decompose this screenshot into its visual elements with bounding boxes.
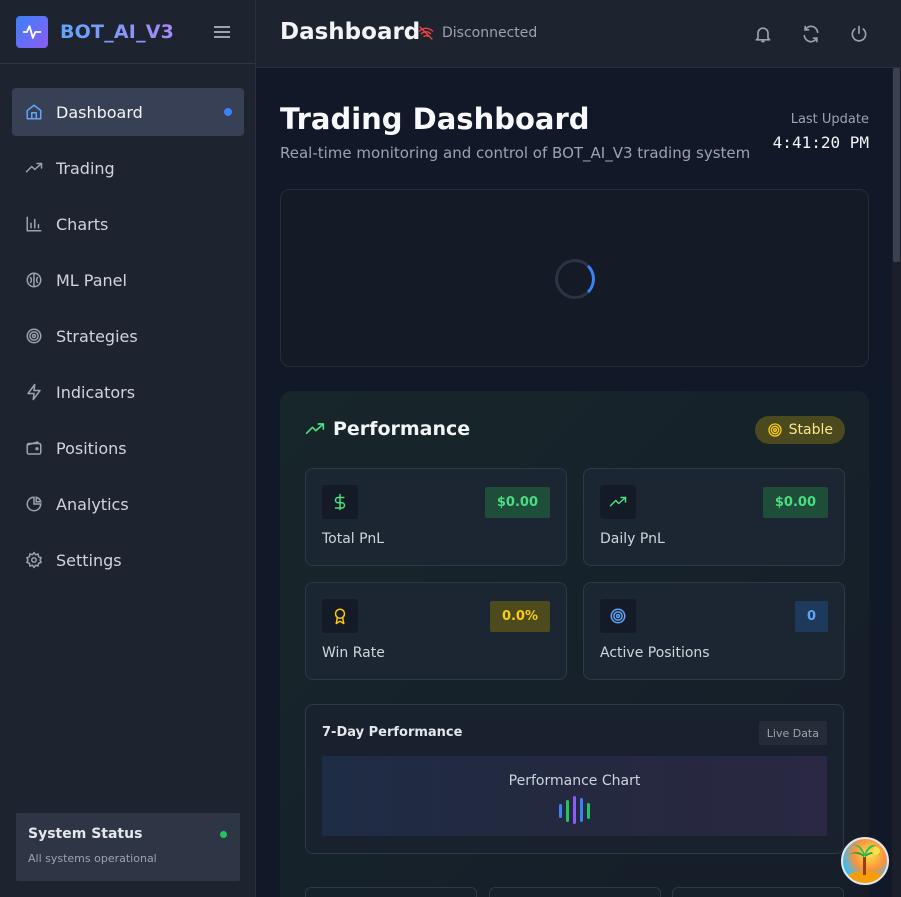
stat-card-win-rate: 0.0% Win Rate — [305, 582, 567, 680]
assistant-avatar-button[interactable] — [841, 837, 889, 885]
trending-up-icon — [600, 485, 636, 519]
system-status-panel: System Status All systems operational — [16, 813, 240, 881]
active-positions-value: 0 — [794, 601, 828, 632]
active-indicator — [224, 108, 232, 116]
system-status-subtitle: All systems operational — [28, 852, 157, 865]
sidebar-item-dashboard[interactable]: Dashboard — [12, 88, 244, 136]
gear-icon — [24, 550, 44, 570]
sidebar-item-label: Strategies — [56, 326, 138, 346]
trending-up-icon — [305, 419, 325, 439]
connection-status: Disconnected — [418, 25, 537, 41]
brain-icon — [24, 270, 44, 290]
trending-up-icon — [24, 158, 44, 178]
performance-header: Performance — [305, 418, 470, 440]
wifi-off-icon — [418, 25, 434, 41]
sidebar-nav: Dashboard Trading Charts ML Panel Strate… — [12, 88, 244, 592]
chart-placeholder-label: Performance Chart — [508, 773, 641, 789]
daily-pnl-value: $0.00 — [762, 487, 828, 518]
status-dot — [220, 831, 227, 838]
sidebar-item-label: Positions — [56, 438, 127, 458]
dashboard-subtitle: Real-time monitoring and control of BOT_… — [280, 144, 751, 162]
target-icon — [767, 422, 783, 438]
app-root: BOT_AI_V3 Dashboard Trading Charts ML Pa… — [0, 0, 901, 897]
wallet-icon — [24, 438, 44, 458]
zap-icon — [24, 382, 44, 402]
sidebar-item-trading[interactable]: Trading — [12, 144, 244, 192]
system-status-title: System Status — [28, 826, 143, 842]
home-icon — [24, 102, 44, 122]
sidebar-item-positions[interactable]: Positions — [12, 424, 244, 472]
loading-card — [280, 189, 869, 367]
dashboard-title: Trading Dashboard — [280, 102, 590, 136]
page-title: Dashboard — [280, 19, 421, 45]
total-pnl-label: Total PnL — [322, 531, 385, 547]
live-data-badge: Live Data — [758, 721, 827, 745]
connection-label: Disconnected — [442, 25, 538, 41]
chart-bars-icon — [559, 796, 590, 824]
pie-chart-icon — [24, 494, 44, 514]
daily-pnl-label: Daily PnL — [600, 531, 665, 547]
performance-chart-placeholder: Performance Chart — [322, 756, 827, 836]
menu-toggle-icon[interactable] — [212, 24, 232, 40]
sidebar-item-label: Indicators — [56, 382, 136, 402]
main-content: Trading Dashboard Real-time monitoring a… — [256, 68, 892, 897]
stat-card-active-positions: 0 Active Positions — [583, 582, 845, 680]
sidebar-item-label: Settings — [56, 550, 122, 570]
power-icon[interactable] — [847, 22, 871, 46]
win-rate-label: Win Rate — [322, 645, 385, 661]
sidebar-item-charts[interactable]: Charts — [12, 200, 244, 248]
sidebar: BOT_AI_V3 Dashboard Trading Charts ML Pa… — [0, 0, 256, 897]
top-header: Dashboard Disconnected — [256, 0, 901, 68]
total-pnl-value: $0.00 — [484, 487, 550, 518]
scrollbar-thumb[interactable] — [893, 68, 900, 262]
secondary-card — [305, 887, 477, 897]
brand-name: BOT_AI_V3 — [60, 20, 175, 43]
sidebar-item-indicators[interactable]: Indicators — [12, 368, 244, 416]
sidebar-item-settings[interactable]: Settings — [12, 536, 244, 584]
performance-title: Performance — [333, 418, 471, 440]
refresh-icon[interactable] — [799, 22, 823, 46]
target-icon — [600, 599, 636, 633]
win-rate-value: 0.0% — [489, 601, 550, 632]
secondary-card — [672, 887, 844, 897]
main-scrollbar[interactable] — [892, 68, 901, 897]
seven-day-title: 7-Day Performance — [322, 725, 463, 740]
sidebar-item-strategies[interactable]: Strategies — [12, 312, 244, 360]
dollar-icon — [322, 485, 358, 519]
seven-day-performance-panel: 7-Day Performance Live Data Performance … — [305, 704, 844, 854]
sidebar-item-analytics[interactable]: Analytics — [12, 480, 244, 528]
logo-activity-icon — [16, 15, 48, 48]
stat-card-total-pnl: $0.00 Total PnL — [305, 468, 567, 566]
award-icon — [322, 599, 358, 633]
bar-chart-icon — [24, 214, 44, 234]
last-update-label: Last Update — [790, 112, 869, 127]
palm-island-icon — [847, 844, 883, 883]
sidebar-item-label: Trading — [56, 158, 115, 178]
bell-icon[interactable] — [751, 22, 775, 46]
stable-badge-label: Stable — [788, 422, 833, 438]
secondary-card — [489, 887, 661, 897]
sidebar-item-label: Dashboard — [56, 102, 143, 122]
target-icon — [24, 326, 44, 346]
last-update-time: 4:41:20 PM — [772, 133, 869, 152]
active-positions-label: Active Positions — [600, 645, 710, 661]
loading-spinner-icon — [555, 259, 595, 299]
stable-status-badge[interactable]: Stable — [754, 416, 845, 444]
sidebar-item-label: Charts — [56, 214, 109, 234]
stat-card-daily-pnl: $0.00 Daily PnL — [583, 468, 845, 566]
sidebar-item-label: ML Panel — [56, 270, 127, 290]
performance-card: Performance Stable $0.00 Total PnL $0.00… — [280, 391, 869, 897]
sidebar-item-ml-panel[interactable]: ML Panel — [12, 256, 244, 304]
sidebar-item-label: Analytics — [56, 494, 129, 514]
